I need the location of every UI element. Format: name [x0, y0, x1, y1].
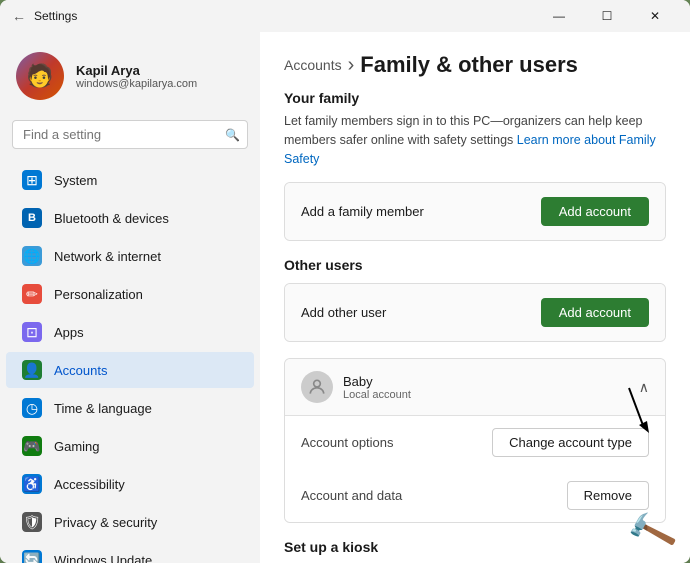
title-bar-left: ← Settings: [12, 8, 77, 24]
add-family-label: Add a family member: [301, 204, 424, 219]
sidebar-label-apps: Apps: [54, 325, 84, 340]
account-data-label: Account and data: [301, 488, 402, 503]
sidebar-label-system: System: [54, 173, 97, 188]
personalization-icon: ✏: [22, 284, 42, 304]
user-info: Kapil Arya windows@kapilarya.com: [76, 63, 197, 90]
sidebar-label-accessibility: Accessibility: [54, 477, 125, 492]
sidebar-label-privacy: Privacy & security: [54, 515, 157, 530]
gaming-icon: 🎮: [22, 436, 42, 456]
network-icon: 🌐: [22, 246, 42, 266]
title-bar-controls: — ☐ ✕: [536, 0, 678, 32]
accounts-icon: 👤: [22, 360, 42, 380]
user-card-baby: Baby Local account ∧ Account options: [284, 358, 666, 523]
user-profile-section: 🧑 Kapil Arya windows@kapilarya.com: [0, 40, 260, 112]
user-card-details-baby: Account options Change account type: [285, 415, 665, 522]
user-name: Kapil Arya: [76, 63, 197, 78]
close-button[interactable]: ✕: [632, 0, 678, 32]
add-other-account-button[interactable]: Add account: [541, 298, 649, 327]
family-add-row: Add a family member Add account: [285, 183, 665, 240]
sidebar-label-network: Network & internet: [54, 249, 161, 264]
arrow-indicator: [599, 383, 659, 438]
update-icon: 🔄: [22, 550, 42, 563]
your-family-section: Your family Let family members sign in t…: [284, 90, 666, 241]
maximize-button[interactable]: ☐: [584, 0, 630, 32]
sidebar: 🧑 Kapil Arya windows@kapilarya.com 🔍 ⊞ S…: [0, 32, 260, 563]
add-other-user-label: Add other user: [301, 305, 386, 320]
baby-user-name: Baby: [343, 374, 411, 389]
search-input[interactable]: [12, 120, 248, 149]
other-users-card: Add other user Add account: [284, 283, 666, 342]
user-avatar-baby: [301, 371, 333, 403]
sidebar-item-accessibility[interactable]: ♿ Accessibility: [6, 466, 254, 502]
settings-window: ← Settings — ☐ ✕ 🧑 Kapil Arya windows@ka…: [0, 0, 690, 563]
back-icon[interactable]: ←: [12, 8, 26, 24]
sidebar-item-network[interactable]: 🌐 Network & internet: [6, 238, 254, 274]
change-account-area: Change account type: [492, 428, 649, 457]
your-family-desc: Let family members sign in to this PC—or…: [284, 112, 666, 168]
your-family-title: Your family: [284, 90, 666, 106]
time-icon: ◷: [22, 398, 42, 418]
account-options-row-wrapper: Account options Change account type: [285, 416, 665, 469]
breadcrumb-separator: ›: [348, 54, 355, 77]
breadcrumb-parent: Accounts: [284, 57, 342, 73]
add-other-user-row: Add other user Add account: [285, 284, 665, 341]
other-users-title: Other users: [284, 257, 666, 273]
sidebar-label-gaming: Gaming: [54, 439, 100, 454]
sidebar-label-accounts: Accounts: [54, 363, 107, 378]
sidebar-label-update: Windows Update: [54, 553, 152, 563]
title-bar: ← Settings — ☐ ✕: [0, 0, 690, 32]
kiosk-title: Set up a kiosk: [284, 539, 378, 555]
sidebar-label-time: Time & language: [54, 401, 152, 416]
remove-button[interactable]: Remove: [567, 481, 649, 510]
sidebar-item-accounts[interactable]: 👤 Accounts: [6, 352, 254, 388]
sidebar-item-time[interactable]: ◷ Time & language: [6, 390, 254, 426]
avatar[interactable]: 🧑: [16, 52, 64, 100]
account-options-row: Account options Change account type: [285, 416, 665, 469]
other-users-section: Other users Add other user Add account: [284, 257, 666, 523]
apps-icon: ⊡: [22, 322, 42, 342]
sidebar-item-gaming[interactable]: 🎮 Gaming: [6, 428, 254, 464]
search-icon: 🔍: [225, 128, 240, 142]
baby-account-type: Local account: [343, 389, 411, 401]
accessibility-icon: ♿: [22, 474, 42, 494]
main-content: Accounts › Family & other users Your fam…: [260, 32, 690, 563]
account-options-label: Account options: [301, 435, 394, 450]
sidebar-label-bluetooth: Bluetooth & devices: [54, 211, 169, 226]
window-title: Settings: [34, 9, 77, 23]
kiosk-section: Set up a kiosk: [284, 539, 666, 555]
sidebar-item-windows-update[interactable]: 🔄 Windows Update: [6, 542, 254, 563]
user-card-left: Baby Local account: [301, 371, 411, 403]
sidebar-item-privacy[interactable]: 🛡 Privacy & security: [6, 504, 254, 540]
page-title: Family & other users: [360, 52, 578, 78]
user-email: windows@kapilarya.com: [76, 78, 197, 90]
bluetooth-icon: B: [22, 208, 42, 228]
system-icon: ⊞: [22, 170, 42, 190]
content-area: 🧑 Kapil Arya windows@kapilarya.com 🔍 ⊞ S…: [0, 32, 690, 563]
privacy-icon: 🛡: [22, 512, 42, 532]
search-box: 🔍: [12, 120, 248, 149]
add-family-account-button[interactable]: Add account: [541, 197, 649, 226]
sidebar-item-bluetooth[interactable]: B Bluetooth & devices: [6, 200, 254, 236]
minimize-button[interactable]: —: [536, 0, 582, 32]
family-add-card: Add a family member Add account: [284, 182, 666, 241]
sidebar-label-personalization: Personalization: [54, 287, 143, 302]
sidebar-item-personalization[interactable]: ✏ Personalization: [6, 276, 254, 312]
sidebar-item-system[interactable]: ⊞ System: [6, 162, 254, 198]
user-card-info: Baby Local account: [343, 374, 411, 401]
breadcrumb: Accounts › Family & other users: [284, 52, 666, 78]
sidebar-item-apps[interactable]: ⊡ Apps: [6, 314, 254, 350]
account-data-row: Account and data Remove: [285, 469, 665, 522]
